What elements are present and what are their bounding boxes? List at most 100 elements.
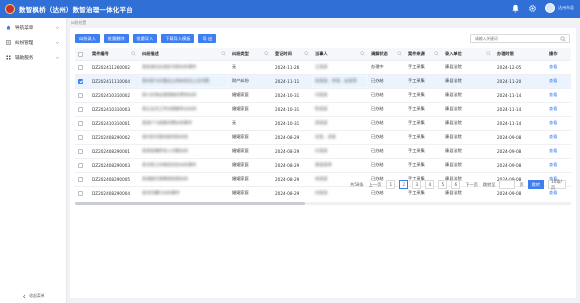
filter-search-icon[interactable]	[264, 51, 269, 56]
scrollbar-thumb[interactable]	[75, 202, 305, 205]
page-size-select[interactable]: 10条/页	[548, 179, 567, 190]
cell-description: 某商户与顾客消费纠纷事件	[139, 116, 229, 131]
page-button[interactable]: 4	[425, 180, 435, 189]
filter-search-icon[interactable]	[397, 51, 402, 56]
row-checkbox[interactable]	[78, 92, 83, 98]
search-input[interactable]	[475, 36, 561, 41]
cell-case-id: DZ202410310002	[89, 88, 139, 103]
view-link[interactable]: 查看	[546, 116, 571, 131]
toolbar: 纠纷录入 批量删除 批量导入 下载导入模板 导 出	[75, 34, 217, 43]
cell-status: 已办结	[368, 88, 405, 103]
cell-case-id: DZ202408290001	[89, 144, 139, 159]
page-jump-input[interactable]	[499, 180, 516, 189]
main-panel: 纠纷录入 批量删除 批量导入 下载导入模板 导 出 案件编号 纠纷描述 纠纷类型…	[70, 28, 576, 298]
column-header[interactable]: 纠纷类型	[229, 48, 272, 61]
table-row[interactable]: DZ202408290003 某邻里之间噪音扰民纠纷事件 婚姻家庭 2024-08-2…	[75, 158, 571, 173]
top-right-actions: 达州市县	[511, 3, 574, 13]
column-header[interactable]: 案件编号	[89, 48, 139, 61]
view-link[interactable]: 查看	[546, 102, 571, 117]
row-select-cell	[75, 60, 89, 75]
sidebar-item-dispute[interactable]: 纠纷管理	[0, 35, 66, 50]
sidebar-item-label: 辅助服务	[15, 55, 34, 61]
table-row[interactable]: DZ202410310001 某商户与顾客消费纠纷事件无 2024-10-31 周某某…	[75, 116, 571, 131]
row-checkbox[interactable]	[78, 106, 83, 112]
filter-search-icon[interactable]	[221, 51, 226, 56]
column-header[interactable]: 录入单位	[442, 48, 494, 61]
row-checkbox[interactable]	[78, 78, 83, 84]
view-link[interactable]: 查看	[546, 130, 571, 145]
row-checkbox[interactable]	[78, 162, 83, 168]
chevron-down-icon	[55, 26, 60, 29]
cell-source: 手工采集	[405, 60, 442, 75]
column-header[interactable]: 纠纷描述	[139, 48, 229, 61]
add-dispute-button[interactable]: 纠纷录入	[75, 34, 100, 43]
prev-page-button[interactable]: 上一页	[368, 182, 383, 188]
next-page-button[interactable]: 下一页	[464, 182, 479, 188]
page-button[interactable]: 3	[412, 180, 422, 189]
view-link[interactable]: 查看	[546, 158, 571, 173]
batch-delete-button[interactable]: 批量删除	[103, 34, 129, 43]
table-row[interactable]: DZ202408290002 某村民宅基地使用权纠纷 婚姻家庭 2024-08-29 吴…	[75, 130, 571, 145]
column-header[interactable]: 办理时限	[494, 48, 546, 61]
column-header[interactable]: 案件来源	[405, 48, 442, 61]
page-button[interactable]: 5	[438, 180, 448, 189]
export-button[interactable]: 导 出	[198, 34, 217, 43]
view-link[interactable]: 查看	[546, 60, 571, 75]
table-row[interactable]: DZ202410310003 某企业员工劳动报酬争议纠纷 婚姻家庭 2024-10-3…	[75, 102, 571, 117]
table-row[interactable]: DZ202410310002 某小区物业管理服务费用纠纷 婚姻家庭 2024-10-3…	[75, 88, 571, 103]
view-link[interactable]: 查看	[546, 144, 571, 159]
row-select-cell	[75, 88, 89, 103]
page-button-current[interactable]: 2	[399, 180, 409, 189]
avatar[interactable]	[545, 3, 555, 13]
page-button[interactable]: 6	[451, 180, 461, 189]
row-checkbox[interactable]	[78, 120, 83, 126]
dispute-table: 案件编号 纠纷描述 纠纷类型 登记时间 当事人 调解状态 案件来源 录入单位 办…	[75, 48, 571, 200]
sidebar-item-nav[interactable]: 导航菜单	[0, 20, 66, 35]
user-menu[interactable]: 达州市县	[545, 3, 574, 13]
download-template-button[interactable]: 下载导入模板	[161, 34, 195, 43]
cell-case-id: DZ202410310001	[89, 116, 139, 131]
filter-search-icon[interactable]	[486, 51, 491, 56]
page-button[interactable]: 1	[386, 180, 396, 189]
gear-icon[interactable]	[528, 4, 537, 13]
row-checkbox[interactable]	[78, 64, 83, 70]
cell-unit: 康县法院	[442, 102, 494, 117]
view-link[interactable]: 查看	[546, 88, 571, 103]
home-icon	[6, 25, 11, 30]
filter-search-icon[interactable]	[131, 51, 136, 56]
cell-type: 婚姻家庭	[229, 130, 272, 145]
jump-button[interactable]: 跳转	[527, 180, 545, 189]
column-header[interactable]: 调解状态	[368, 48, 405, 61]
filter-search-icon[interactable]	[360, 51, 365, 56]
filter-search-icon[interactable]	[434, 51, 439, 56]
row-select-cell	[75, 102, 89, 117]
select-all-checkbox[interactable]	[78, 51, 83, 57]
column-header[interactable]: 登记时间	[272, 48, 312, 61]
bell-icon[interactable]	[511, 4, 520, 13]
sidebar-item-label: 导航菜单	[15, 25, 34, 31]
view-link[interactable]: 查看	[546, 74, 571, 89]
search-icon[interactable]	[560, 36, 566, 42]
row-checkbox[interactable]	[78, 148, 83, 154]
row-checkbox[interactable]	[78, 176, 83, 182]
select-all-cell	[75, 48, 89, 61]
cell-party: 刘某某	[312, 88, 368, 103]
cell-deadline: 2024-11-14	[494, 116, 546, 131]
search-box	[470, 34, 570, 43]
cell-status: 已办结	[368, 144, 405, 159]
batch-import-button[interactable]: 批量导入	[132, 34, 158, 43]
cell-case-id: DZ202408290002	[89, 130, 139, 145]
sidebar-item-assist[interactable]: 辅助服务	[0, 50, 66, 65]
horizontal-scrollbar[interactable]	[75, 202, 571, 205]
table-row[interactable]: DZ202411110004 某村民与村委会土地纠纷及上访问题 财产纠纷 2024-1…	[75, 74, 571, 89]
column-header: 操作	[546, 48, 571, 61]
column-header[interactable]: 当事人	[312, 48, 368, 61]
collapse-menu-button[interactable]: 收起菜单	[0, 291, 67, 301]
table-row[interactable]: DZ202408290001 某家庭赡养老人问题纠纷 婚姻家庭 2024-08-29 孙…	[75, 144, 571, 159]
row-checkbox[interactable]	[78, 190, 83, 196]
filter-search-icon[interactable]	[304, 51, 309, 56]
cell-party: 王某某	[312, 60, 368, 75]
table-row[interactable]: DZ202411260002 某街道社区居民邻里纠纷事件无 2024-11-26 王某…	[75, 60, 571, 75]
cell-status: 已办结	[368, 74, 405, 89]
row-checkbox[interactable]	[78, 134, 83, 140]
